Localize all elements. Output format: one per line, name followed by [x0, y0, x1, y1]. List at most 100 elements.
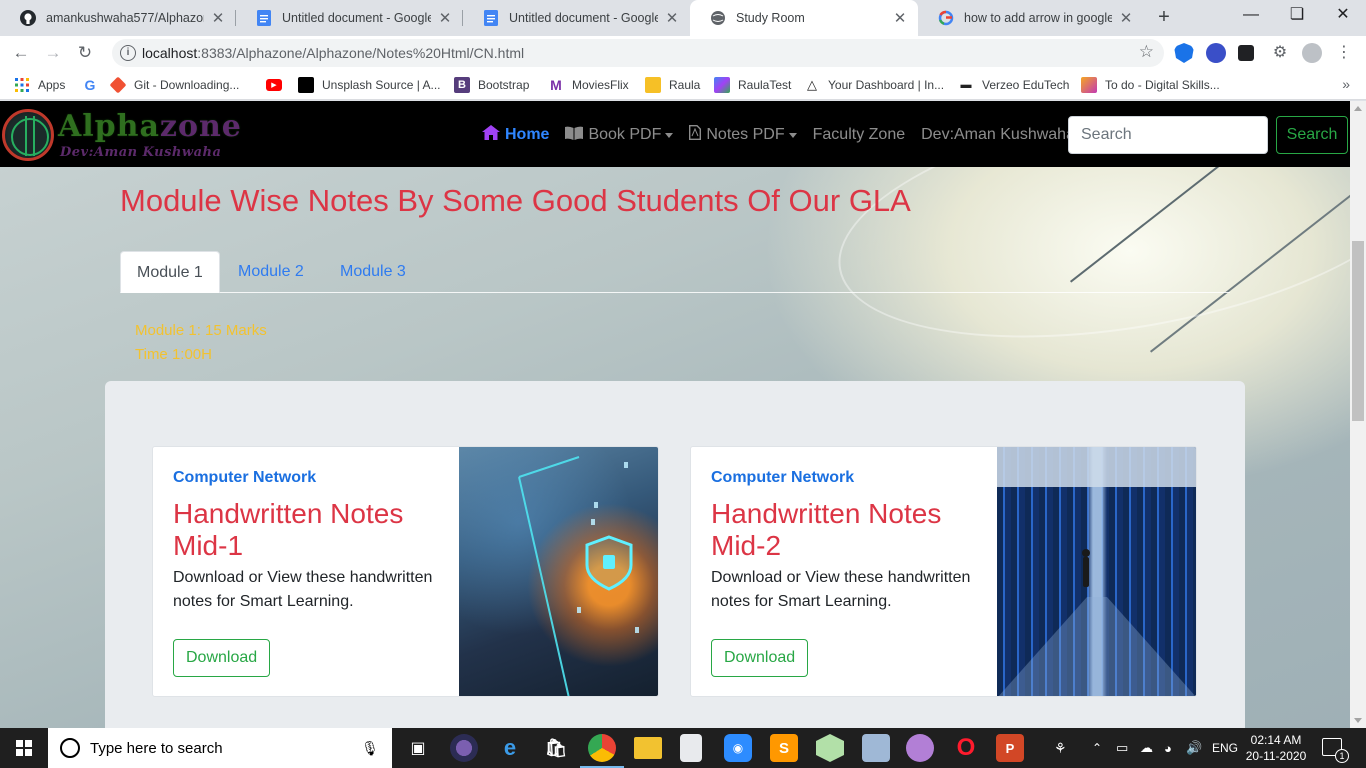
nav-book-pdf-dropdown[interactable]: Book PDF [565, 126, 674, 145]
bookmark-git[interactable]: Git - Downloading... [109, 76, 239, 94]
browser-tab-title: Untitled document - Google D [509, 11, 658, 25]
new-tab-button[interactable]: + [1152, 6, 1176, 30]
nav-dev[interactable]: Dev:Aman Kushwaha [921, 126, 1075, 144]
browser-toolbar: ← → ↻ i localhost:8383/Alphazone/Alphazo… [0, 36, 1366, 70]
download-button[interactable]: Download [711, 639, 809, 677]
notification-count-badge: 1 [1335, 749, 1349, 763]
wifi-icon[interactable]: ◕ [1164, 728, 1172, 768]
scroll-up-icon[interactable] [1354, 106, 1362, 111]
tab-module-3[interactable]: Module 3 [324, 251, 422, 293]
tab-module-1[interactable]: Module 1 [120, 251, 220, 293]
language-indicator[interactable]: ENG [1212, 728, 1238, 768]
scrollbar-thumb[interactable] [1352, 241, 1364, 421]
nav-notes-pdf-dropdown[interactable]: Notes PDF [689, 125, 797, 145]
close-icon[interactable]: ✕ [1118, 9, 1134, 27]
more-bookmarks-icon[interactable]: » [1342, 76, 1350, 92]
bookmark-verzeo[interactable]: ▬ Verzeo EduTech [958, 76, 1070, 94]
browser-tab[interactable]: Untitled document - Google D ✕ [236, 0, 463, 36]
battery-icon[interactable]: ▭ [1116, 728, 1128, 768]
system-clock[interactable]: 02:14 AM 20-11-2020 [1244, 732, 1308, 764]
zoom-icon[interactable]: ◉ [724, 734, 752, 762]
google-docs-icon [483, 10, 499, 26]
apps-grid-icon [14, 77, 30, 93]
store-icon[interactable]: 🛍 [542, 734, 570, 762]
download-button[interactable]: Download [173, 639, 271, 677]
bookmark-raulatest[interactable]: RaulaTest [714, 76, 791, 94]
notification-center-icon[interactable]: 1 [1322, 738, 1349, 763]
logo-word-zone: zone [159, 109, 242, 144]
extension-icon[interactable] [1206, 43, 1226, 63]
start-button[interactable] [0, 728, 48, 768]
puzzle-extensions-icon[interactable]: ⚙ [1270, 43, 1290, 63]
nav-home[interactable]: Home [482, 125, 549, 145]
document-tool-icon[interactable] [680, 734, 702, 762]
site-search-input[interactable] [1068, 116, 1268, 154]
bookmark-todo[interactable]: To do - Digital Skills... [1081, 76, 1220, 94]
volume-icon[interactable]: 🔊 [1186, 728, 1202, 768]
bookmark-moviesflix[interactable]: M MoviesFlix [548, 76, 629, 94]
bookmark-label: Unsplash Source | A... [322, 78, 441, 92]
browser-tab[interactable]: Untitled document - Google D ✕ [463, 0, 690, 36]
bookmark-google[interactable]: G [82, 76, 106, 94]
onedrive-cloud-icon[interactable]: ☁ [1140, 728, 1153, 768]
bootstrap-icon: B [454, 77, 470, 93]
address-bar[interactable]: i localhost:8383/Alphazone/Alphazone/Not… [112, 39, 1164, 67]
reload-button[interactable]: ↻ [72, 40, 98, 66]
taskbar-search[interactable]: Type here to search 🎙 [48, 728, 392, 768]
microphone-icon[interactable]: 🎙 [360, 740, 380, 757]
close-icon[interactable]: ✕ [892, 9, 908, 27]
chevron-up-icon[interactable]: ⌃ [1092, 728, 1102, 768]
bookmark-star-icon[interactable]: ☆ [1139, 42, 1154, 62]
chevron-down-icon [788, 132, 797, 138]
eclipse-icon[interactable] [450, 734, 478, 762]
nav-book-pdf-label: Book PDF [588, 126, 662, 143]
tab-module-2[interactable]: Module 2 [222, 251, 320, 293]
bookmark-dashboard[interactable]: △ Your Dashboard | In... [804, 76, 944, 94]
close-icon[interactable]: ✕ [437, 9, 453, 27]
scroll-down-icon[interactable] [1354, 718, 1362, 723]
cube-extension-icon[interactable] [1238, 45, 1254, 61]
github-desktop-icon[interactable] [906, 734, 934, 762]
home-icon [482, 125, 500, 145]
github-icon [20, 10, 36, 26]
globe-logo-icon [2, 109, 54, 161]
minimize-button[interactable]: — [1228, 0, 1274, 32]
sublime-text-icon[interactable]: S [770, 734, 798, 762]
screen-app-icon[interactable] [862, 734, 890, 762]
site-search-button[interactable]: Search [1276, 116, 1348, 154]
task-view-icon[interactable]: ▣ [404, 734, 432, 762]
page-scrollbar[interactable] [1350, 101, 1366, 728]
bookmark-apps[interactable]: Apps [14, 76, 65, 94]
menu-kebab-icon[interactable]: ⋮ [1334, 43, 1354, 63]
window-close-button[interactable]: ✕ [1320, 0, 1366, 32]
bookmark-unsplash[interactable]: Unsplash Source | A... [298, 76, 441, 94]
maximize-button[interactable]: ❏ [1274, 0, 1320, 32]
back-button[interactable]: ← [8, 40, 34, 66]
browser-tab[interactable]: how to add arrow in google do ✕ [918, 0, 1144, 36]
bookmark-raula[interactable]: Raula [645, 76, 700, 94]
powerpoint-icon[interactable]: P [996, 734, 1024, 762]
logo-wordmark: Alphazone [58, 109, 242, 144]
close-icon[interactable]: ✕ [210, 9, 226, 27]
site-logo[interactable]: Alphazone Dev:Aman Kushwaha [2, 107, 272, 163]
card-title: Handwritten Notes Mid-1 [173, 498, 404, 561]
close-icon[interactable]: ✕ [664, 9, 680, 27]
forward-button[interactable]: → [40, 40, 66, 66]
bookmark-youtube[interactable]: ▶ [266, 76, 290, 94]
file-explorer-icon[interactable] [634, 737, 662, 759]
nav-faculty-zone[interactable]: Faculty Zone [813, 126, 905, 144]
taskbar-search-placeholder: Type here to search [90, 739, 223, 757]
browser-tab-active[interactable]: Study Room ✕ [690, 0, 918, 36]
browser-tab[interactable]: amankushwaha577/Alphazone ✕ [0, 0, 236, 36]
profile-avatar-icon[interactable] [1302, 43, 1322, 63]
edge-icon[interactable]: e [496, 734, 524, 762]
shield-extension-icon[interactable] [1174, 43, 1194, 63]
chrome-icon[interactable] [580, 734, 624, 768]
info-icon[interactable]: i [120, 45, 136, 61]
virtualbox-icon[interactable] [816, 734, 844, 762]
people-icon[interactable]: ⚘ [1054, 728, 1067, 768]
opera-icon[interactable]: O [952, 734, 980, 762]
module-info: Module 1: 15 Marks Time 1:00H [135, 319, 267, 367]
bookmark-bootstrap[interactable]: B Bootstrap [454, 76, 529, 94]
google-icon: G [84, 77, 96, 93]
